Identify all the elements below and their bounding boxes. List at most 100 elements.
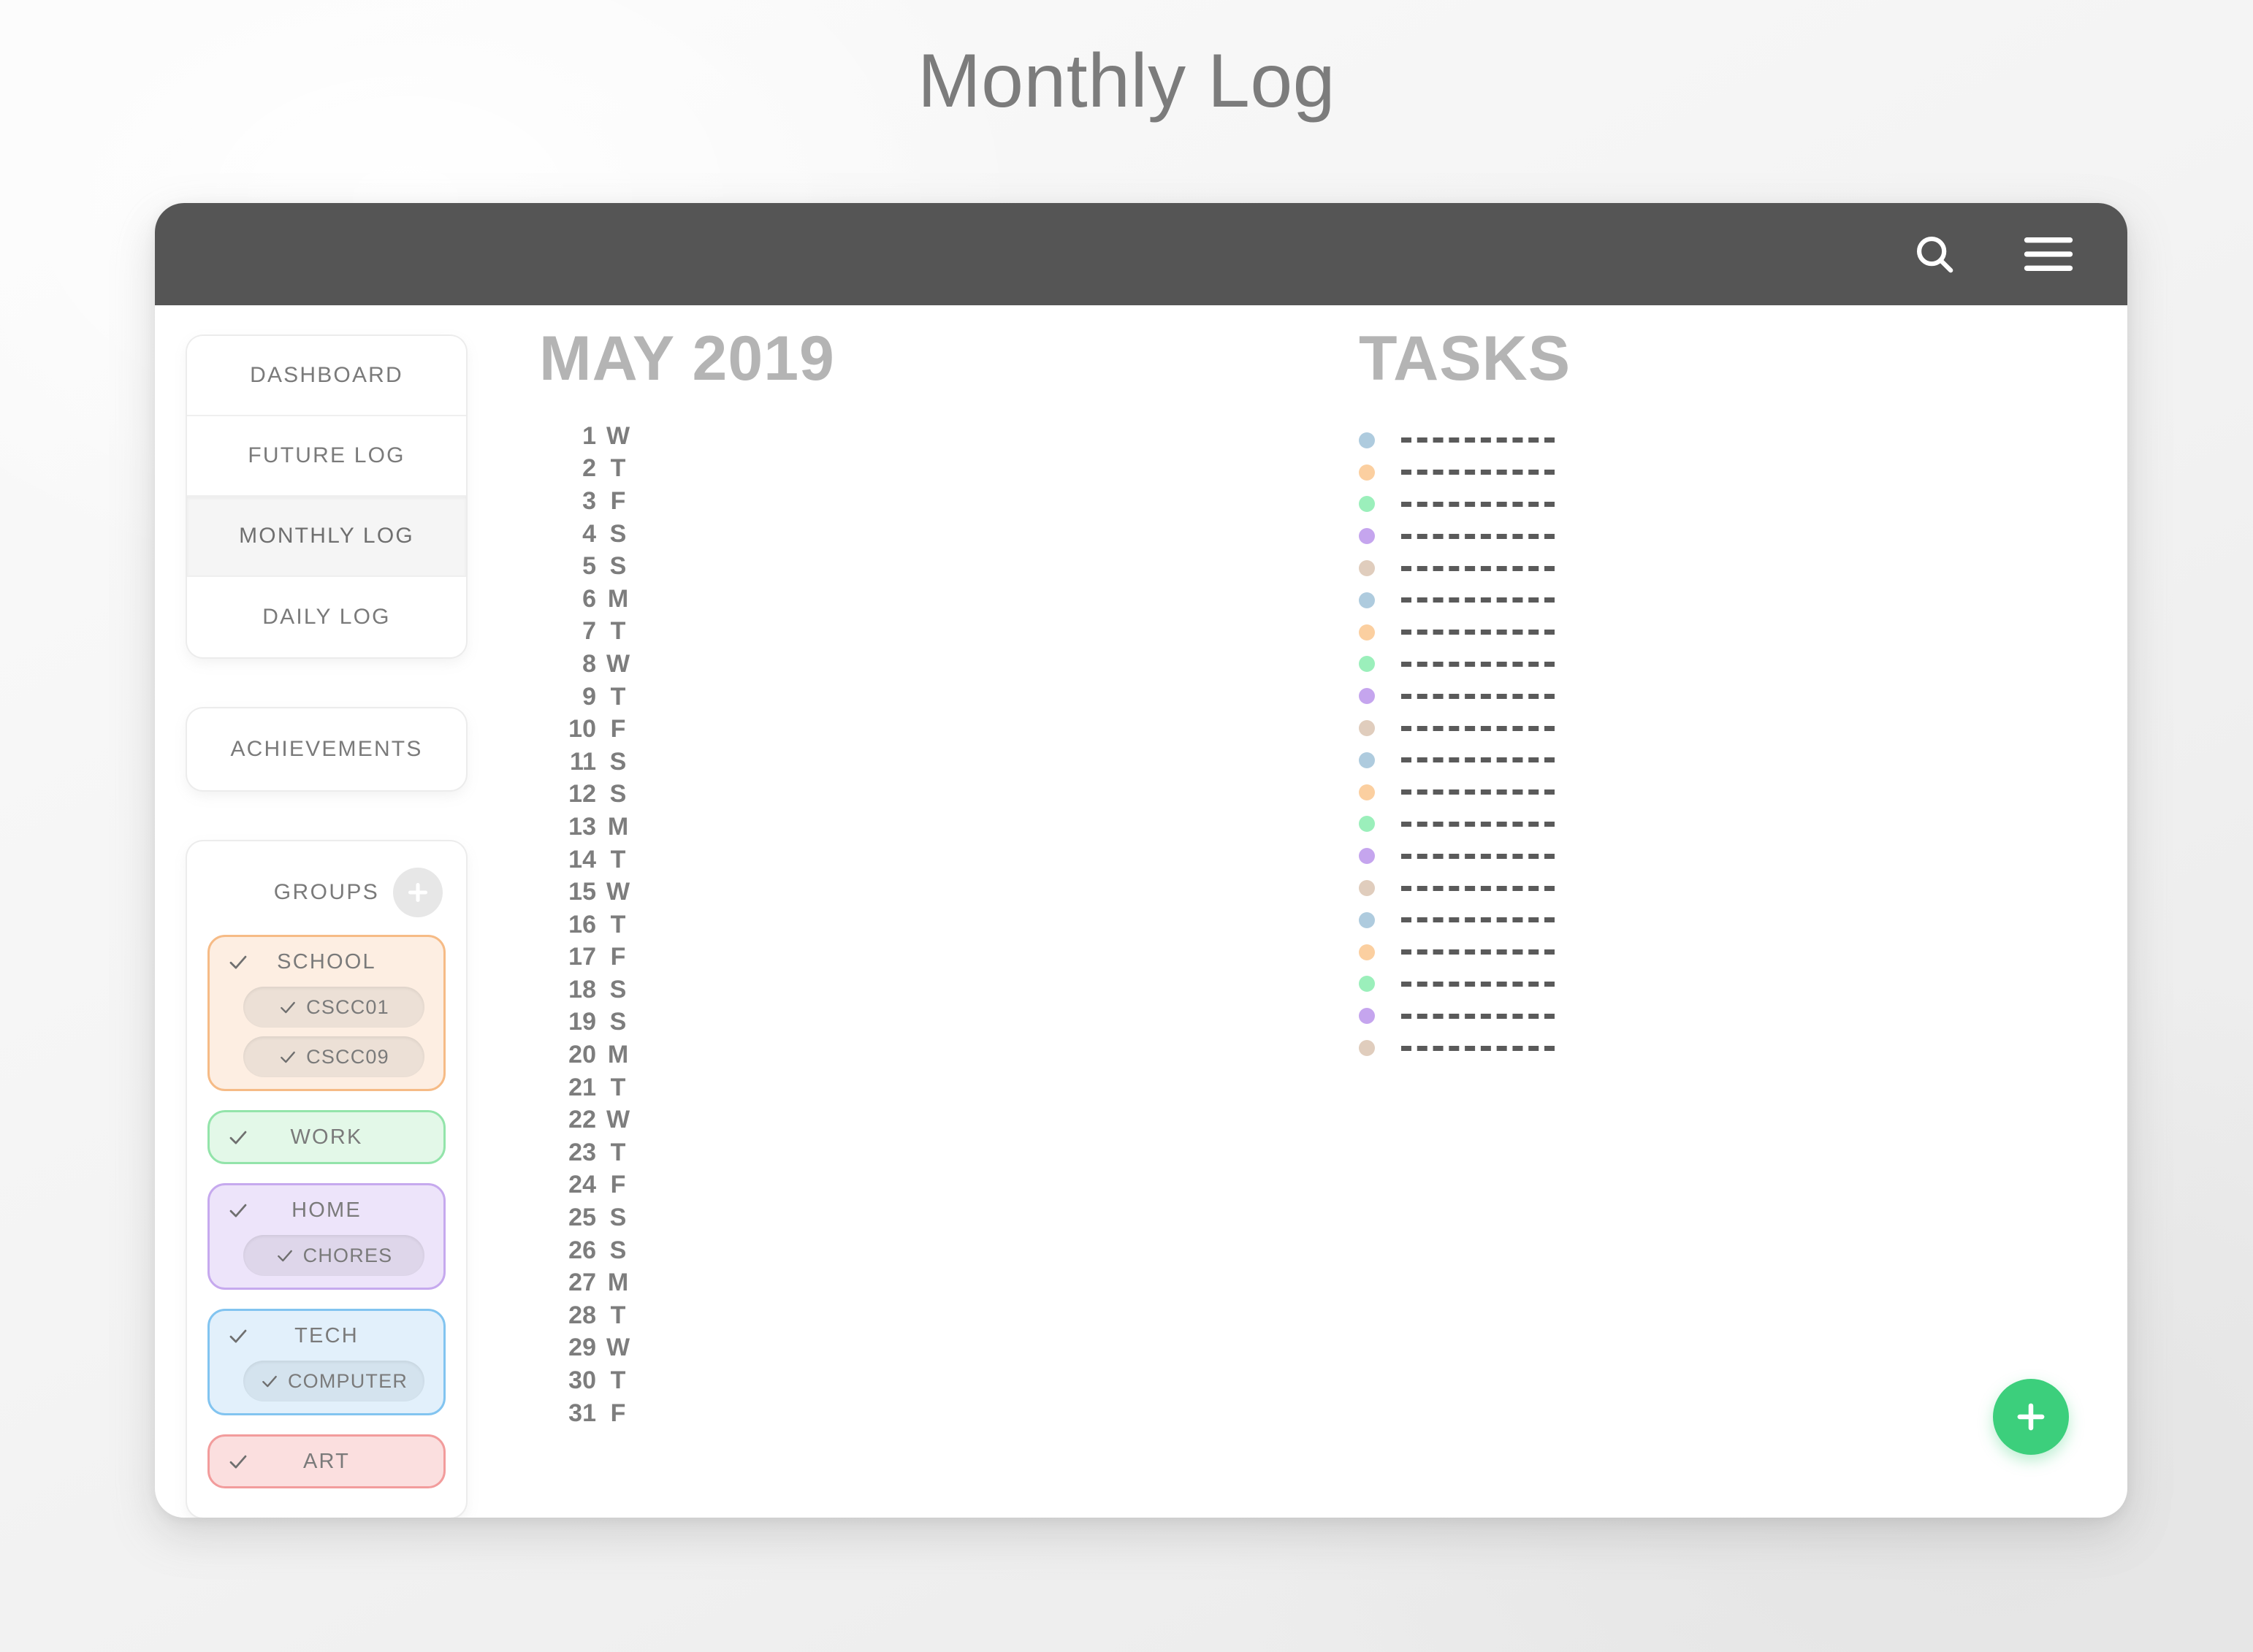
- task-placeholder-line[interactable]: [1401, 1013, 1555, 1019]
- task-placeholder-line[interactable]: [1401, 533, 1555, 539]
- task-color-dot[interactable]: [1359, 720, 1375, 737]
- task-row[interactable]: [1359, 520, 2127, 552]
- day-row[interactable]: 22 W: [539, 1104, 1273, 1136]
- day-row[interactable]: 15 W: [539, 876, 1273, 909]
- task-placeholder-line[interactable]: [1401, 885, 1555, 891]
- task-placeholder-line[interactable]: [1401, 821, 1555, 827]
- task-color-dot[interactable]: [1359, 752, 1375, 768]
- day-row[interactable]: 10 F: [539, 713, 1273, 746]
- day-row[interactable]: 29 W: [539, 1332, 1273, 1365]
- task-placeholder-line[interactable]: [1401, 981, 1555, 987]
- day-row[interactable]: 18 S: [539, 974, 1273, 1006]
- check-icon[interactable]: [227, 1325, 249, 1347]
- day-row[interactable]: 31 F: [539, 1397, 1273, 1430]
- day-row[interactable]: 24 F: [539, 1169, 1273, 1202]
- task-placeholder-line[interactable]: [1401, 757, 1555, 763]
- task-placeholder-line[interactable]: [1401, 917, 1555, 923]
- task-color-dot[interactable]: [1359, 784, 1375, 800]
- task-color-dot[interactable]: [1359, 1008, 1375, 1025]
- group-home[interactable]: HOME CHORES: [207, 1183, 446, 1290]
- task-color-dot[interactable]: [1359, 688, 1375, 705]
- task-placeholder-line[interactable]: [1401, 693, 1555, 699]
- group-row[interactable]: WORK: [210, 1112, 443, 1162]
- day-row[interactable]: 1W: [539, 420, 1273, 453]
- check-icon[interactable]: [260, 1372, 279, 1391]
- task-row[interactable]: [1359, 616, 2127, 649]
- sidebar-item-dashboard[interactable]: DASHBOARD: [187, 336, 466, 416]
- group-row[interactable]: HOME: [210, 1185, 443, 1235]
- day-row[interactable]: 23 T: [539, 1136, 1273, 1169]
- check-icon[interactable]: [278, 1047, 297, 1066]
- task-color-dot[interactable]: [1359, 976, 1375, 993]
- task-placeholder-line[interactable]: [1401, 630, 1555, 635]
- day-row[interactable]: 9T: [539, 681, 1273, 714]
- sidebar-item-daily-log[interactable]: DAILY LOG: [187, 577, 466, 657]
- task-row[interactable]: [1359, 776, 2127, 808]
- check-icon[interactable]: [227, 1126, 249, 1148]
- day-row[interactable]: 4S: [539, 518, 1273, 551]
- task-color-dot[interactable]: [1359, 848, 1375, 865]
- task-placeholder-line[interactable]: [1401, 597, 1555, 603]
- task-row[interactable]: [1359, 904, 2127, 936]
- task-row[interactable]: [1359, 712, 2127, 744]
- subgroup-computer[interactable]: COMPUTER: [243, 1361, 424, 1401]
- task-placeholder-line[interactable]: [1401, 501, 1555, 507]
- check-icon[interactable]: [275, 1246, 294, 1265]
- day-row[interactable]: 21 T: [539, 1071, 1273, 1104]
- day-row[interactable]: 3F: [539, 485, 1273, 518]
- task-color-dot[interactable]: [1359, 496, 1375, 513]
- day-row[interactable]: 19 S: [539, 1006, 1273, 1039]
- group-tech[interactable]: TECH COMPUTER: [207, 1309, 446, 1415]
- task-row[interactable]: [1359, 1032, 2127, 1064]
- subgroup-cscc01[interactable]: CSCC01: [243, 987, 424, 1028]
- task-placeholder-line[interactable]: [1401, 949, 1555, 955]
- task-placeholder-line[interactable]: [1401, 789, 1555, 795]
- task-color-dot[interactable]: [1359, 816, 1375, 833]
- task-row[interactable]: [1359, 489, 2127, 521]
- day-row[interactable]: 12 S: [539, 779, 1273, 811]
- task-color-dot[interactable]: [1359, 432, 1375, 448]
- search-icon[interactable]: [1904, 223, 1965, 285]
- subgroup-chores[interactable]: CHORES: [243, 1235, 424, 1276]
- task-placeholder-line[interactable]: [1401, 661, 1555, 667]
- day-row[interactable]: 2T: [539, 453, 1273, 486]
- task-row[interactable]: [1359, 649, 2127, 681]
- group-art[interactable]: ART: [207, 1434, 446, 1488]
- task-row[interactable]: [1359, 840, 2127, 872]
- task-row[interactable]: [1359, 424, 2127, 456]
- task-row[interactable]: [1359, 456, 2127, 489]
- task-row[interactable]: [1359, 744, 2127, 776]
- task-color-dot[interactable]: [1359, 528, 1375, 545]
- day-row[interactable]: 5S: [539, 550, 1273, 583]
- task-color-dot[interactable]: [1359, 944, 1375, 960]
- task-placeholder-line[interactable]: [1401, 470, 1555, 475]
- task-row[interactable]: [1359, 968, 2127, 1001]
- check-icon[interactable]: [278, 998, 297, 1017]
- subgroup-cscc09[interactable]: CSCC09: [243, 1036, 424, 1077]
- task-color-dot[interactable]: [1359, 560, 1375, 577]
- sidebar-item-future-log[interactable]: FUTURE LOG: [187, 416, 466, 497]
- check-icon[interactable]: [227, 1450, 249, 1472]
- day-row[interactable]: 7T: [539, 616, 1273, 649]
- task-row[interactable]: [1359, 872, 2127, 904]
- task-row[interactable]: [1359, 1000, 2127, 1032]
- hamburger-menu-icon[interactable]: [2018, 223, 2079, 285]
- day-row[interactable]: 6M: [539, 583, 1273, 616]
- group-row[interactable]: SCHOOL: [210, 937, 443, 987]
- task-color-dot[interactable]: [1359, 1040, 1375, 1057]
- group-school[interactable]: SCHOOL CSCC01 CSCC09: [207, 935, 446, 1091]
- task-row[interactable]: [1359, 808, 2127, 841]
- day-row[interactable]: 26 S: [539, 1234, 1273, 1267]
- group-row[interactable]: ART: [210, 1437, 443, 1486]
- sidebar-item-monthly-log[interactable]: MONTHLY LOG: [187, 497, 466, 577]
- task-placeholder-line[interactable]: [1401, 437, 1555, 443]
- task-color-dot[interactable]: [1359, 464, 1375, 481]
- task-placeholder-line[interactable]: [1401, 725, 1555, 731]
- task-row[interactable]: [1359, 584, 2127, 616]
- sidebar-item-achievements[interactable]: ACHIEVEMENTS: [187, 708, 466, 790]
- task-placeholder-line[interactable]: [1401, 565, 1555, 571]
- day-row[interactable]: 28 T: [539, 1299, 1273, 1332]
- day-row[interactable]: 17 F: [539, 941, 1273, 974]
- task-placeholder-line[interactable]: [1401, 853, 1555, 859]
- check-icon[interactable]: [227, 1199, 249, 1221]
